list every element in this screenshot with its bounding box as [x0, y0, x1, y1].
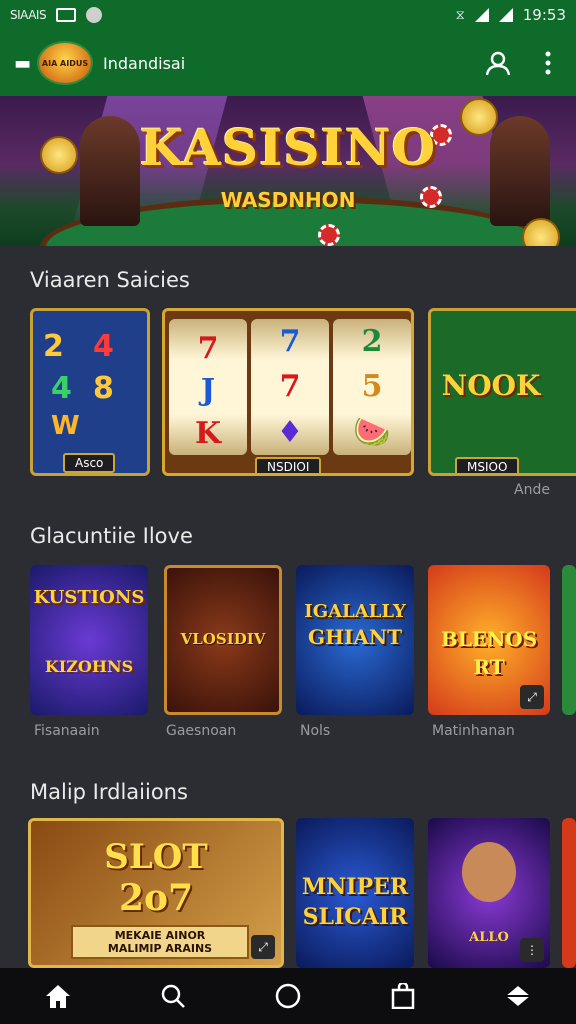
game-art-text: VLOSIDIV: [180, 630, 266, 648]
expand-icon[interactable]: ⤢: [520, 685, 544, 709]
status-left-text: SIAAIS: [10, 8, 47, 22]
chip-icon: [318, 224, 340, 246]
game-art-subtext: GHIANT: [307, 625, 402, 649]
signal-icon-2: [498, 8, 513, 22]
game-tile[interactable]: MNIPER SLICAIR: [296, 818, 414, 968]
game-art-text: SLOT: [104, 837, 208, 877]
home-icon[interactable]: [38, 976, 78, 1016]
status-time: 19:53: [522, 6, 566, 24]
game-art-subtext: SLICAIR: [302, 904, 408, 930]
promo-banner: MEKAIE AINOR MALIMIP ARAINS: [71, 925, 249, 959]
see-more-link[interactable]: Ande: [514, 482, 550, 498]
game-tile-partial[interactable]: [562, 565, 576, 715]
game-art-text: IGALALLY: [304, 601, 406, 622]
more-icon[interactable]: ⋮: [520, 938, 544, 962]
game-art-text: BLENOS: [440, 627, 538, 651]
section-title: Malip Irdlaiions: [30, 780, 188, 804]
more-vert-icon[interactable]: [534, 49, 562, 77]
game-tile[interactable]: SLOT 2o7 MEKAIE AINOR MALIMIP ARAINS ⤢: [28, 818, 284, 968]
slot-symbol: 8: [93, 371, 114, 406]
signal-icon: [474, 8, 489, 22]
tile-badge: NSDIOI: [255, 457, 322, 473]
game-tile-partial[interactable]: [562, 818, 576, 968]
tile-badge: MSIOO: [455, 457, 520, 473]
expand-icon[interactable]: ⤢: [251, 935, 275, 959]
hero-banner[interactable]: KASISINO WASDNHON: [0, 96, 576, 246]
bag-icon[interactable]: [383, 976, 423, 1016]
game-tile[interactable]: 7 J K 7 7 ♦ 2 5 🍉 NSDIOI: [162, 308, 414, 476]
game-art-subtext: RT: [473, 655, 505, 679]
game-tile[interactable]: KUSTIONS KIZOHNS: [30, 565, 148, 715]
search-icon[interactable]: [153, 976, 193, 1016]
mail-icon: [56, 8, 77, 22]
game-tile[interactable]: ALLO ⋮: [428, 818, 550, 968]
slot-symbol: W: [51, 411, 80, 441]
status-bar: SIAAIS ⧖ 19:53: [0, 0, 576, 30]
app-title: Indandisai: [103, 53, 186, 73]
section-title: Glacuntiie Ilove: [30, 524, 193, 548]
coin-icon: [522, 218, 560, 246]
game-tile[interactable]: IGALALLY GHIANT: [296, 565, 414, 715]
app-logo: AIA AIDUS: [37, 41, 94, 85]
hero-subtitle: WASDNHON: [220, 188, 356, 212]
vibrate-icon: ⧖: [455, 7, 465, 23]
slot-symbol: 4: [51, 371, 72, 406]
game-tile[interactable]: 2 4 4 8 W Asco: [30, 308, 150, 476]
game-art-subtext: 2o7: [118, 877, 194, 919]
slot-reel: 2 5 🍉: [333, 319, 411, 455]
character-figure: [462, 842, 516, 902]
game-art-text: KUSTIONS: [33, 587, 145, 608]
slot-symbol: 4: [93, 329, 114, 364]
slot-symbol: 2: [43, 329, 64, 364]
game-art-subtext: KIZOHNS: [44, 657, 134, 676]
game-art-text: MNIPER: [301, 874, 409, 900]
user-icon[interactable]: [484, 49, 512, 77]
diamond-icon[interactable]: [498, 976, 538, 1016]
back-arrow-icon[interactable]: ▬: [14, 53, 31, 74]
game-label: Fisanaain: [34, 723, 100, 739]
game-label: Matinhanan: [432, 723, 515, 739]
game-label: Gaesnoan: [166, 723, 237, 739]
game-label: Nols: [300, 723, 331, 739]
game-tile[interactable]: VLOSIDIV: [164, 565, 282, 715]
section-title: Viaaren Saicies: [30, 268, 190, 292]
notification-dot-icon: [86, 7, 103, 23]
game-tile[interactable]: BLENOS RT ⤢: [428, 565, 550, 715]
app-bar: ▬ AIA AIDUS Indandisai: [0, 30, 576, 96]
hero-title: KASISINO: [139, 118, 437, 177]
bottom-nav: [0, 968, 576, 1024]
slot-reel: 7 7 ♦: [251, 319, 329, 455]
tile-badge: Asco: [63, 453, 116, 473]
game-tile[interactable]: NOOK MSIOO: [428, 308, 576, 476]
slot-reel: 7 J K: [169, 319, 247, 455]
game-art-text: NOOK: [441, 369, 541, 402]
circle-home-icon[interactable]: [268, 976, 308, 1016]
